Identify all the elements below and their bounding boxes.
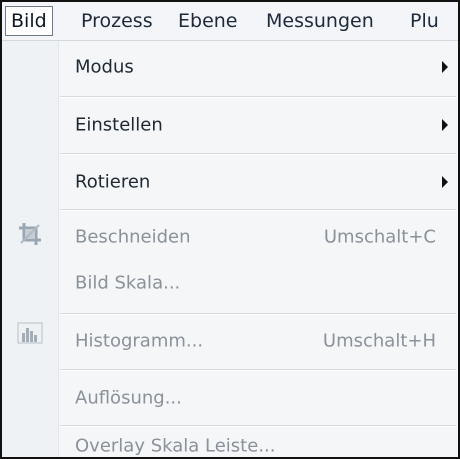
submenu-arrow-icon [442, 61, 448, 73]
menu-separator [60, 96, 456, 98]
application-window: Bild Prozess Ebene Messungen Plu Modus E… [0, 0, 460, 459]
submenu-arrow-icon [442, 119, 448, 131]
menu-item-histogramm-label: Histogramm... [75, 330, 204, 352]
menu-item-modus[interactable]: Modus [60, 41, 456, 93]
menu-item-einstellen-label: Einstellen [75, 114, 163, 136]
menu-item-histogramm-shortcut: Umschalt+H [322, 330, 436, 352]
menu-separator [60, 209, 456, 211]
menu-item-bild-skala-label: Bild Skala... [75, 272, 181, 294]
menu-separator [60, 153, 456, 155]
bild-dropdown-menu: Modus Einstellen Rotieren Beschneiden Um… [2, 41, 458, 457]
menu-item-einstellen[interactable]: Einstellen [60, 99, 456, 151]
menu-item-beschneiden-label: Beschneiden [75, 226, 191, 248]
menu-separator [60, 313, 456, 315]
menu-item-beschneiden-shortcut: Umschalt+C [323, 226, 436, 248]
menu-item-modus-label: Modus [75, 56, 134, 78]
menu-bar: Bild Prozess Ebene Messungen Plu [2, 2, 458, 41]
histogram-icon [17, 322, 43, 344]
menu-item-rotieren[interactable]: Rotieren [60, 156, 456, 208]
menu-ebene[interactable]: Ebene [178, 7, 238, 35]
menu-prozess[interactable]: Prozess [81, 7, 153, 35]
menu-bild[interactable]: Bild [5, 6, 53, 36]
crop-icon [19, 223, 41, 245]
menu-item-bild-skala[interactable]: Bild Skala... [60, 259, 456, 307]
menu-item-histogramm[interactable]: Histogramm... Umschalt+H [60, 316, 456, 366]
menu-separator [60, 425, 456, 427]
menu-item-overlay-skala-label: Overlay Skala Leiste... [75, 435, 276, 457]
submenu-arrow-icon [442, 176, 448, 188]
menu-separator [60, 369, 456, 371]
menu-icon-gutter [2, 41, 59, 457]
menu-item-rotieren-label: Rotieren [75, 171, 151, 193]
menu-item-beschneiden[interactable]: Beschneiden Umschalt+C [60, 213, 456, 261]
menu-item-aufloesung[interactable]: Auflösung... [60, 372, 456, 424]
menu-messungen[interactable]: Messungen [266, 7, 374, 35]
menu-item-aufloesung-label: Auflösung... [75, 387, 182, 409]
menu-plugins[interactable]: Plu [410, 7, 439, 35]
menu-item-overlay-skala[interactable]: Overlay Skala Leiste... [60, 428, 456, 457]
